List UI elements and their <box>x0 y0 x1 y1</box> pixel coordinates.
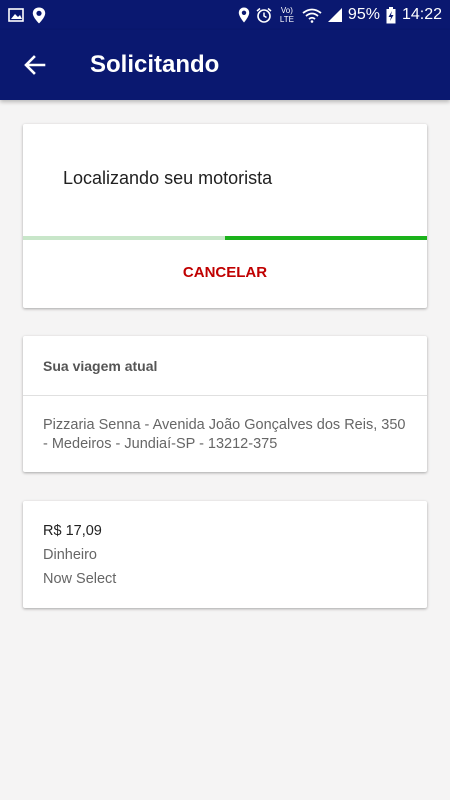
progress-bar <box>23 236 427 240</box>
current-trip-card: Sua viagem atual Pizzaria Senna - Avenid… <box>23 336 427 472</box>
request-status-card: Localizando seu motorista CANCELAR <box>23 124 427 308</box>
signal-icon <box>327 8 342 22</box>
back-button[interactable] <box>0 30 70 100</box>
current-trip-header: Sua viagem atual <box>43 358 158 374</box>
cancel-button[interactable]: CANCELAR <box>23 264 427 281</box>
payment-method: Dinheiro <box>43 547 97 563</box>
location-pin-icon <box>32 7 46 24</box>
image-icon <box>8 8 24 22</box>
back-arrow-icon <box>23 53 47 77</box>
status-bar: Vo) LTE 95% 14:22 <box>0 0 450 30</box>
volte-label: Vo) LTE <box>279 6 294 24</box>
progress-bar-fill <box>225 236 427 240</box>
fare-card: R$ 17,09 Dinheiro Now Select <box>23 501 427 608</box>
divider <box>23 395 427 396</box>
location-icon <box>238 7 250 23</box>
fare-price: R$ 17,09 <box>43 523 102 539</box>
page-title: Solicitando <box>90 51 220 78</box>
ride-category: Now Select <box>43 571 117 587</box>
app-bar: Solicitando <box>0 30 450 100</box>
clock: 14:22 <box>401 6 442 23</box>
locating-driver-text: Localizando seu motorista <box>63 168 273 188</box>
battery-charging-icon <box>386 6 396 24</box>
trip-address: Pizzaria Senna - Avenida João Gonçalves … <box>43 417 406 452</box>
alarm-icon <box>256 7 272 23</box>
battery-percent: 95% <box>347 6 380 23</box>
wifi-icon <box>302 8 322 23</box>
